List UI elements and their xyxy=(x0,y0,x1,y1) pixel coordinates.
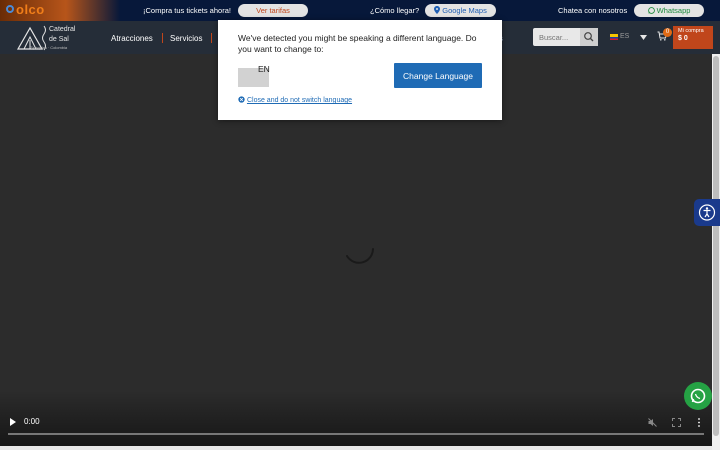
scrollbar-thumb[interactable] xyxy=(713,56,719,436)
rates-button[interactable]: Ver tarifas xyxy=(238,4,308,17)
google-maps-label: Google Maps xyxy=(442,6,487,15)
colombia-flag-icon[interactable] xyxy=(610,34,618,40)
map-pin-icon xyxy=(434,6,441,14)
accessibility-icon xyxy=(698,204,716,221)
close-circle-icon xyxy=(238,96,245,103)
loading-spinner-icon xyxy=(346,248,374,264)
nav-item-servicios[interactable]: Servicios xyxy=(170,34,202,43)
brand-logo-text: olco xyxy=(16,2,45,17)
brand-logo-icon xyxy=(6,5,14,13)
google-maps-button[interactable]: Google Maps xyxy=(425,4,496,17)
whatsapp-icon xyxy=(690,388,706,404)
logo-subtitle: Zipaquirá · Colombia xyxy=(30,45,68,50)
directions-text: ¿Cómo llegar? xyxy=(370,6,420,15)
video-time: 0:00 xyxy=(24,417,40,426)
whatsapp-icon xyxy=(647,7,655,14)
whatsapp-label: Whatsapp xyxy=(656,6,691,15)
accessibility-button[interactable] xyxy=(694,199,720,226)
search-icon xyxy=(584,32,594,42)
brand-area[interactable]: olco xyxy=(0,0,120,21)
logo-text: Catedral de Sal xyxy=(49,25,75,45)
mute-icon[interactable] xyxy=(648,418,657,427)
video-progress-bar[interactable] xyxy=(8,433,704,435)
nav-separator xyxy=(211,33,212,43)
my-purchase-total: $ 0 xyxy=(678,35,688,42)
search-button[interactable] xyxy=(580,28,598,46)
target-language-code: EN xyxy=(258,64,270,74)
whatsapp-button[interactable]: Whatsapp xyxy=(634,4,704,17)
horizontal-scrollbar[interactable] xyxy=(0,446,712,450)
video-controls xyxy=(0,390,712,447)
language-dialog-message: We've detected you might be speaking a d… xyxy=(238,33,477,54)
buy-tickets-text: ¡Compra tus tickets ahora! xyxy=(143,6,231,15)
nav-separator xyxy=(162,33,163,43)
chat-text: Chatea con nosotros xyxy=(558,6,628,15)
language-code[interactable]: ES xyxy=(620,33,629,40)
logo-line1: Catedral xyxy=(49,26,76,33)
logo-line2: de Sal xyxy=(49,36,69,43)
search-input[interactable] xyxy=(533,28,580,46)
search-box xyxy=(533,28,598,46)
top-bar: olco ¡Compra tus tickets ahora! Ver tari… xyxy=(0,0,720,21)
nav-item-atracciones[interactable]: Atracciones xyxy=(111,34,153,43)
fullscreen-icon[interactable] xyxy=(672,418,681,427)
whatsapp-float-button[interactable] xyxy=(684,382,712,410)
close-language-dialog-link[interactable]: Close and do not switch language xyxy=(238,96,352,104)
more-options-icon[interactable] xyxy=(697,418,701,427)
change-language-button[interactable]: Change Language xyxy=(394,63,482,88)
my-purchase-button[interactable]: Mi compra $ 0 xyxy=(673,26,713,49)
my-purchase-label: Mi compra xyxy=(678,28,704,34)
close-language-dialog-label: Close and do not switch language xyxy=(246,97,353,104)
chevron-down-icon[interactable] xyxy=(640,35,647,40)
play-icon[interactable] xyxy=(9,418,17,426)
cart-count-badge: 0 xyxy=(663,28,672,37)
